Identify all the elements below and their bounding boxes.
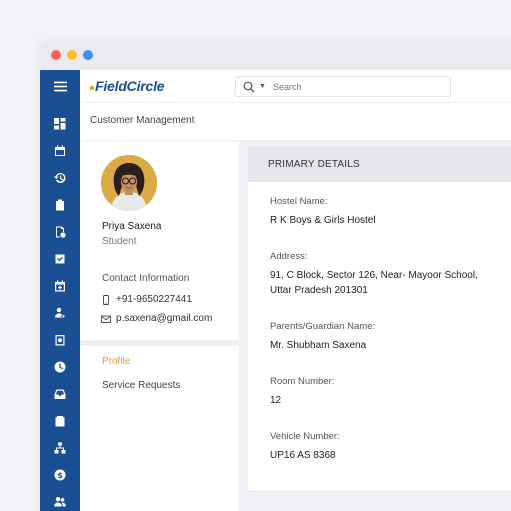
phone-row: +91-9650227441	[101, 294, 192, 305]
user-photo-icon	[101, 155, 157, 211]
nav-item-service-requests[interactable]: Service Requests	[102, 380, 180, 391]
field-label: Room Number:	[270, 376, 335, 387]
primary-details-panel: PRIMARY DETAILS Hostel Name: R K Boys & …	[248, 147, 511, 490]
avatar	[101, 155, 157, 211]
field-value: UP16 AS 8368	[270, 450, 336, 461]
phone-icon	[103, 294, 109, 305]
checklist-icon[interactable]	[40, 410, 80, 432]
maximize-window-button[interactable]	[83, 50, 93, 60]
field-vehicle-number: Vehicle Number: UP16 AS 8368	[270, 431, 340, 463]
brand-logo[interactable]: FieldCircle	[90, 78, 165, 94]
browser-window: $ FieldCircle ▼ Customer Management	[40, 40, 511, 511]
dashboard-icon[interactable]	[40, 113, 80, 135]
field-address: Address: 91, C Block, Sector 126, Near- …	[270, 251, 495, 298]
calendar-icon[interactable]	[40, 140, 80, 162]
field-label: Address:	[270, 251, 308, 262]
history-icon[interactable]	[40, 167, 80, 189]
clipboard-icon[interactable]	[40, 194, 80, 216]
field-value: Mr. Shubham Saxena	[270, 340, 367, 351]
field-label: Hostel Name:	[270, 196, 328, 207]
field-value: 91, C Block, Sector 126, Near- Mayoor Sc…	[270, 270, 478, 296]
customer-name: Priya Saxena	[102, 221, 162, 232]
sidebar: $	[40, 70, 80, 511]
app-shell: $ FieldCircle ▼ Customer Management	[40, 70, 511, 511]
minimize-window-button[interactable]	[67, 50, 77, 60]
checkbox-icon[interactable]	[40, 248, 80, 270]
svg-text:$: $	[57, 471, 63, 480]
users-icon[interactable]	[40, 491, 80, 511]
nav-item-profile[interactable]: Profile	[102, 356, 130, 367]
phone-number[interactable]: +91-9650227441	[116, 294, 192, 305]
menu-icon[interactable]	[40, 75, 80, 97]
search-input[interactable]	[272, 81, 423, 92]
search-icon	[243, 81, 255, 92]
main-content: Priya Saxena Student Contact Information…	[80, 141, 511, 511]
field-guardian-name: Parents/Guardian Name: Mr. Shubham Saxen…	[270, 321, 375, 353]
primary-details-heading: PRIMARY DETAILS	[248, 147, 511, 182]
close-window-button[interactable]	[51, 50, 61, 60]
field-label: Parents/Guardian Name:	[270, 321, 376, 332]
profile-card: Priya Saxena Student Contact Information…	[80, 141, 239, 340]
email-address[interactable]: p.saxena@gmail.com	[116, 313, 212, 324]
search-filter-dropdown-icon[interactable]: ▼	[259, 83, 266, 90]
receipt-icon[interactable]	[40, 329, 80, 351]
field-label: Vehicle Number:	[270, 431, 340, 442]
email-row: p.saxena@gmail.com	[101, 313, 212, 324]
dollar-icon[interactable]: $	[40, 464, 80, 486]
hierarchy-icon[interactable]	[40, 437, 80, 459]
calendar-add-icon[interactable]	[40, 275, 80, 297]
logo-mark-icon	[90, 86, 94, 90]
mail-icon	[101, 315, 111, 323]
profile-nav: Profile Service Requests	[80, 346, 239, 511]
window-titlebar	[40, 40, 511, 70]
document-settings-icon[interactable]	[40, 221, 80, 243]
page-title: Customer Management	[90, 115, 195, 126]
inbox-icon[interactable]	[40, 383, 80, 405]
field-value: 12	[270, 395, 282, 406]
field-value: R K Boys & Girls Hostel	[270, 215, 376, 226]
field-hostel-name: Hostel Name: R K Boys & Girls Hostel	[270, 196, 376, 228]
breadcrumb-bar: Customer Management	[80, 104, 511, 141]
search-box[interactable]: ▼	[235, 76, 451, 97]
contact-info-heading: Contact Information	[102, 273, 190, 284]
customer-role: Student	[102, 236, 137, 247]
field-room-number: Room Number: 12	[270, 376, 334, 408]
top-bar: FieldCircle ▼	[80, 70, 511, 103]
user-transfer-icon[interactable]	[40, 302, 80, 324]
clock-icon[interactable]	[40, 356, 80, 378]
